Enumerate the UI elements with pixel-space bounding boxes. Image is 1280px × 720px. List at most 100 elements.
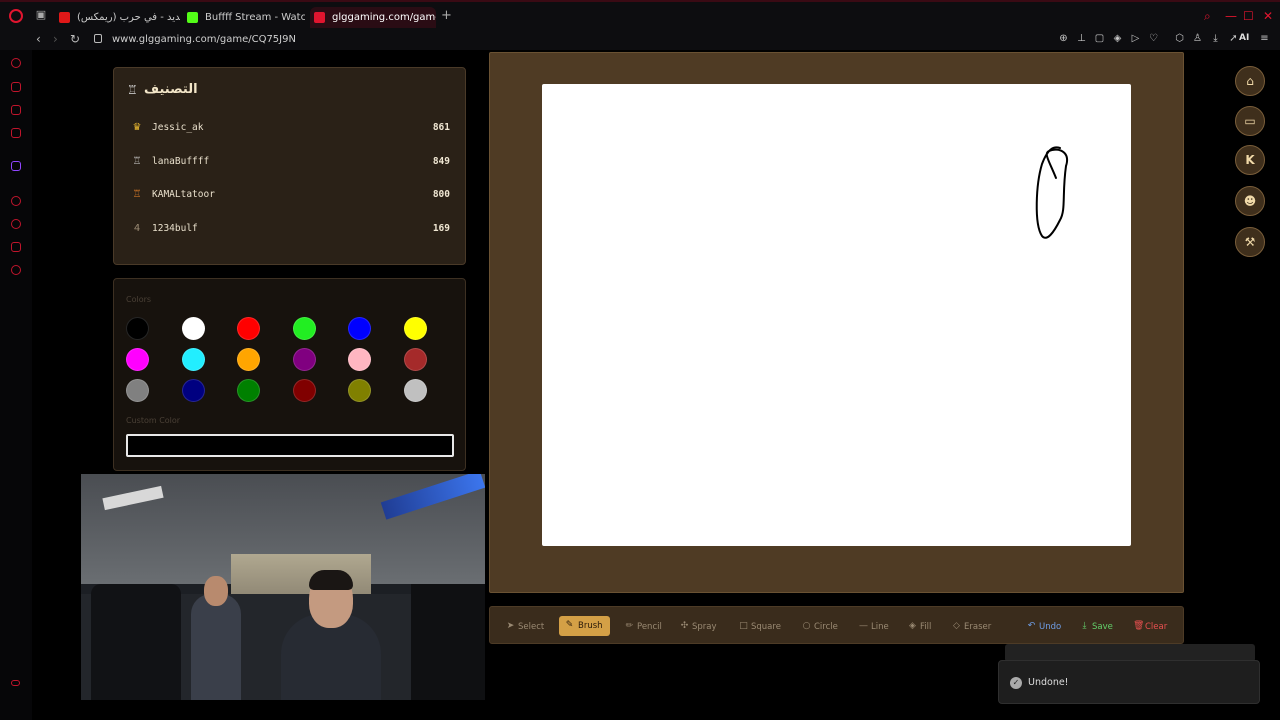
toast-message: Undone! [1028, 677, 1069, 688]
toast-notification: ✓ Undone! [998, 660, 1260, 704]
zoom-icon[interactable]: ⊕ [1058, 33, 1069, 44]
download-icon[interactable]: ⤓ [1210, 33, 1221, 44]
gx-icon[interactable] [11, 680, 20, 686]
color-swatch[interactable] [181, 379, 205, 402]
tool-label: Square [751, 622, 781, 632]
player-name: lanaBuffff [152, 156, 210, 167]
color-swatch[interactable] [404, 348, 427, 371]
opera-logo-icon[interactable] [9, 9, 23, 23]
pencil-tool-button[interactable]: ✏ Pencil [624, 618, 662, 636]
back-button[interactable]: ‹ [36, 32, 41, 46]
color-swatch[interactable] [126, 379, 149, 402]
select-tool-button[interactable]: ➤ Select [505, 618, 545, 636]
custom-color-label: Custom Color [126, 416, 181, 425]
discord-icon[interactable]: ☻ [1235, 186, 1265, 216]
player-icon[interactable] [11, 196, 21, 206]
trophy-icon: ♖ [132, 189, 142, 200]
search-tabs-icon[interactable]: ⌕ [1204, 9, 1211, 23]
custom-color-input[interactable] [126, 434, 454, 457]
extensions-icon[interactable]: ⬡ [1174, 33, 1185, 44]
drawing-canvas[interactable] [542, 84, 1131, 546]
reload-button[interactable]: ↻ [70, 32, 80, 46]
youtube-icon [59, 12, 70, 23]
tab-glggaming[interactable]: glggaming.com/game/CQ7 [310, 7, 436, 28]
circle-icon: ○ [802, 621, 811, 631]
pin-icon[interactable]: ⊥ [1076, 33, 1087, 44]
heart-icon[interactable]: ♡ [1148, 33, 1159, 44]
minimize-button[interactable]: — [1225, 9, 1237, 23]
crown-icon: ♛ [132, 122, 142, 133]
menu-icon[interactable]: ≡ [1259, 33, 1270, 44]
leaderboard-panel: ♖ التصنيف ♛ Jessic_ak 861 ♖ lanaBuffff 8… [113, 67, 466, 265]
fill-icon: ◈ [909, 621, 916, 631]
shield-icon[interactable]: ◈ [1112, 33, 1123, 44]
color-swatch[interactable] [404, 317, 427, 340]
twitch-icon[interactable] [11, 161, 21, 171]
kick-icon[interactable]: K [1235, 145, 1265, 175]
tool-label: Line [871, 622, 889, 632]
color-swatch[interactable] [404, 379, 427, 402]
color-swatch[interactable] [181, 348, 205, 371]
leaderboard-title: التصنيف [144, 82, 198, 97]
tab-kick-stream[interactable]: Buffff Stream - Watch Live [183, 7, 305, 28]
save-label: Save [1092, 622, 1113, 632]
spray-icon: ✣ [680, 621, 689, 631]
url-field[interactable]: www.glggaming.com/game/CQ75J9N [112, 33, 296, 46]
snapshot-icon[interactable]: ▢ [1094, 33, 1105, 44]
aria-icon[interactable] [11, 58, 21, 68]
tab-label: شب جديد - في حرب (ريمكس) [77, 12, 180, 23]
tool-label: Fill [920, 622, 932, 632]
gamepad-icon[interactable]: ▭ [1235, 106, 1265, 136]
extensions-side-icon[interactable] [11, 242, 21, 252]
fill-tool-button[interactable]: ◈ Fill [907, 618, 931, 636]
play-icon[interactable]: ▷ [1130, 33, 1141, 44]
colors-panel: Colors Custom Color [113, 278, 466, 471]
color-swatch[interactable] [126, 348, 149, 371]
player-name: 1234bulf [152, 223, 198, 234]
color-swatch[interactable] [348, 317, 372, 340]
settings-icon[interactable] [11, 265, 21, 275]
player-name: Jessic_ak [152, 122, 204, 133]
new-tab-button[interactable]: + [441, 9, 452, 23]
forward-button[interactable]: › [53, 32, 58, 46]
color-swatch[interactable] [237, 379, 261, 402]
line-tool-button[interactable]: — Line [858, 618, 889, 636]
undo-button[interactable]: ↶ Undo [1026, 618, 1062, 636]
line-icon: — [859, 621, 868, 631]
gx-corner-icon[interactable] [11, 128, 21, 138]
color-swatch[interactable] [292, 348, 316, 371]
color-swatch[interactable] [237, 317, 261, 340]
cursor-icon: ➤ [506, 621, 515, 631]
color-swatch[interactable] [348, 379, 372, 402]
history-icon[interactable] [11, 219, 21, 229]
brush-tool-button[interactable]: ✎ Brush [559, 616, 610, 636]
color-swatch[interactable] [181, 317, 205, 340]
clear-button[interactable]: 🗑 Clear [1132, 618, 1167, 636]
ai-button[interactable]: AI [1239, 33, 1249, 43]
bag-icon[interactable] [11, 82, 21, 92]
tab-youtube[interactable]: شب جديد - في حرب (ريمكس) [55, 7, 180, 28]
tab-menu-icon[interactable]: ▣ [35, 9, 47, 21]
close-window-button[interactable]: ✕ [1263, 9, 1273, 23]
glggaming-icon [314, 12, 325, 23]
color-swatch[interactable] [348, 348, 372, 371]
undo-icon: ↶ [1027, 621, 1036, 631]
color-swatch[interactable] [292, 317, 316, 340]
address-bar: ‹ › ↻ www.glggaming.com/game/CQ75J9N ⊕ ⊥… [0, 30, 1280, 50]
eraser-tool-button[interactable]: ◇ Eraser [951, 618, 991, 636]
trash-icon: 🗑 [1133, 621, 1145, 631]
send-icon[interactable]: ➚ [1228, 33, 1239, 44]
home-icon[interactable]: ⌂ [1235, 66, 1265, 96]
player-score: 800 [432, 189, 450, 200]
color-swatch[interactable] [292, 379, 316, 402]
circle-tool-button[interactable]: ○ Circle [801, 618, 838, 636]
spray-tool-button[interactable]: ✣ Spray [679, 618, 717, 636]
maximize-button[interactable]: ☐ [1243, 9, 1254, 23]
square-tool-button[interactable]: □ Square [738, 618, 781, 636]
save-button[interactable]: ⤓ Save [1079, 618, 1113, 636]
messenger-icon[interactable] [11, 105, 21, 115]
color-swatch[interactable] [237, 348, 261, 371]
account-icon[interactable]: ♙ [1192, 33, 1203, 44]
color-swatch[interactable] [126, 317, 149, 340]
wrench-icon[interactable]: ⚒ [1235, 227, 1265, 257]
